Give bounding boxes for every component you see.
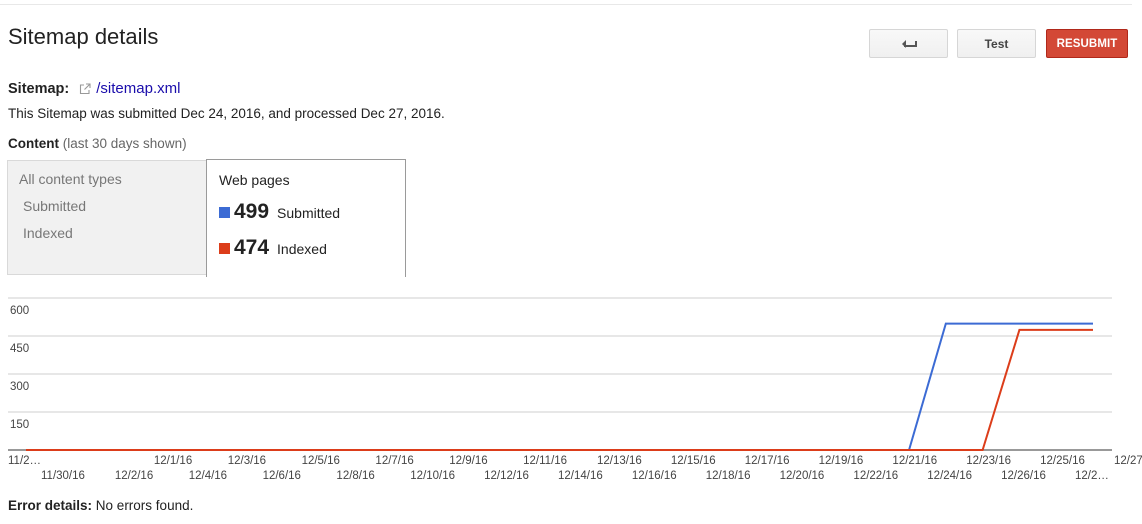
x-tick-label: 12/13/16 bbox=[597, 455, 642, 467]
x-tick-label: 12/2/16 bbox=[115, 470, 153, 482]
x-tick-label: 12/4/16 bbox=[189, 470, 227, 482]
tab-all-submitted: Submitted bbox=[23, 198, 87, 214]
error-label: Error details: bbox=[8, 498, 93, 513]
x-tick-label: 11/30/16 bbox=[41, 470, 85, 482]
series-line-indexed bbox=[26, 328, 1093, 451]
tab-all-indexed: Indexed bbox=[23, 225, 73, 241]
tab-web-pages[interactable]: Web pages 499 Submitted 474 Indexed bbox=[206, 159, 406, 277]
x-tick-label: 12/2… bbox=[1075, 470, 1109, 482]
tab-web-title: Web pages bbox=[219, 172, 290, 188]
x-tick-label: 12/8/16 bbox=[336, 470, 374, 482]
indexed-stat: 474 Indexed bbox=[219, 236, 327, 260]
y-tick-label: 300 bbox=[10, 381, 29, 393]
x-tick-label: 12/3/16 bbox=[228, 455, 266, 467]
x-tick-label: 12/19/16 bbox=[819, 455, 864, 467]
x-tick-label: 12/26/16 bbox=[1001, 470, 1046, 482]
page-title: Sitemap details bbox=[8, 24, 159, 49]
y-tick-label: 450 bbox=[10, 343, 29, 355]
sitemap-label: Sitemap: bbox=[8, 80, 70, 97]
x-tick-label: 12/23/16 bbox=[966, 455, 1011, 467]
x-tick-label: 12/6/16 bbox=[263, 470, 301, 482]
x-tick-label: 12/22/16 bbox=[853, 470, 898, 482]
x-tick-label: 12/14/16 bbox=[558, 470, 603, 482]
x-tick-label: 12/5/16 bbox=[302, 455, 340, 467]
tab-all-label: All content types bbox=[19, 171, 122, 187]
sitemap-link[interactable]: /sitemap.xml bbox=[96, 80, 180, 97]
x-tick-label: 12/12/16 bbox=[484, 470, 529, 482]
submission-info: This Sitemap was submitted Dec 24, 2016,… bbox=[8, 106, 445, 121]
back-button[interactable] bbox=[869, 29, 948, 58]
content-heading: Content (last 30 days shown) bbox=[8, 136, 187, 151]
x-tick-label: 12/27/16 bbox=[1114, 455, 1142, 467]
test-button[interactable]: Test bbox=[957, 29, 1036, 58]
submitted-count: 499 bbox=[234, 200, 270, 223]
back-arrow-icon bbox=[901, 39, 917, 48]
x-tick-label: 12/16/16 bbox=[632, 470, 677, 482]
x-tick-label: 12/25/16 bbox=[1040, 455, 1085, 467]
sitemap-row: Sitemap: /sitemap.xml bbox=[8, 80, 180, 97]
series-line-submitted bbox=[26, 322, 1093, 451]
content-note: (last 30 days shown) bbox=[62, 136, 187, 151]
y-tick-label: 150 bbox=[10, 419, 29, 431]
submitted-swatch bbox=[219, 207, 230, 218]
content-label: Content bbox=[8, 136, 59, 151]
x-tick-label: 12/11/16 bbox=[523, 455, 567, 467]
x-tick-label: 11/2… bbox=[8, 455, 41, 467]
top-border bbox=[0, 0, 1132, 5]
x-tick-label: 12/18/16 bbox=[706, 470, 751, 482]
sitemap-chart: 60045030015011/2… 12/1/16 12/3/16 12/5/16 12… bbox=[8, 297, 1142, 482]
error-text: No errors found. bbox=[95, 498, 194, 513]
tab-all-content-types[interactable]: All content types Submitted Indexed bbox=[7, 160, 207, 275]
x-tick-label: 12/9/16 bbox=[449, 455, 487, 467]
external-link-icon[interactable] bbox=[79, 83, 91, 95]
x-tick-label: 12/10/16 bbox=[410, 470, 455, 482]
indexed-count: 474 bbox=[234, 236, 270, 259]
x-tick-label: 12/20/16 bbox=[780, 470, 825, 482]
submitted-stat: 499 Submitted bbox=[219, 200, 340, 224]
x-tick-label: 12/21/16 bbox=[892, 455, 937, 467]
x-tick-label: 12/15/16 bbox=[671, 455, 716, 467]
x-tick-label: 12/1/16 bbox=[154, 455, 192, 467]
submitted-label: Submitted bbox=[277, 205, 341, 221]
x-tick-label: 12/7/16 bbox=[375, 455, 413, 467]
resubmit-button[interactable]: RESUBMIT bbox=[1046, 29, 1128, 58]
x-tick-label: 12/17/16 bbox=[745, 455, 790, 467]
indexed-label: Indexed bbox=[277, 241, 327, 257]
indexed-swatch bbox=[219, 243, 230, 254]
x-tick-label: 12/24/16 bbox=[927, 470, 972, 482]
y-tick-label: 600 bbox=[10, 305, 29, 317]
error-details: Error details: No errors found. bbox=[8, 498, 193, 513]
